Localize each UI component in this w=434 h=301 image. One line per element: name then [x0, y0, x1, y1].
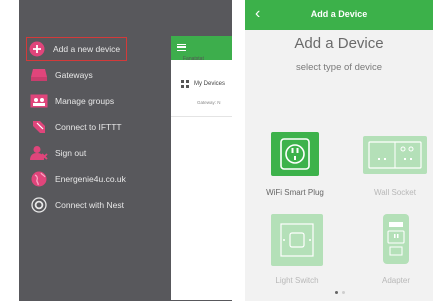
menu-item-add-device[interactable]: Add a new device	[26, 37, 128, 61]
page-dot-active[interactable]	[335, 291, 338, 294]
my-devices-item[interactable]: My Devices	[181, 80, 225, 88]
tile-label-wall-socket: Wall Socket	[374, 188, 416, 197]
page-title: Add a Device	[294, 35, 384, 52]
menu-item-label: Energenie4u.co.uk	[55, 174, 126, 184]
groups-icon	[29, 91, 49, 111]
menu-item-label: Connect to IFTTT	[55, 122, 122, 132]
top-bar-title: Add a Device	[310, 9, 368, 19]
top-bar: ‹ Add a Device	[245, 0, 433, 30]
globe-icon	[29, 169, 49, 189]
add-device-screen: ‹ Add a Device Add a Device select type …	[245, 0, 433, 301]
menu-item-gateways[interactable]: Gateways	[29, 64, 93, 86]
hamburger-icon[interactable]	[177, 44, 186, 51]
menu-item-label: Gateways	[55, 70, 93, 80]
menu-item-sign-out[interactable]: Sign out	[29, 142, 86, 164]
wall-socket-icon	[368, 141, 422, 169]
tile-label-light-switch: Light Switch	[275, 276, 319, 285]
ifttt-icon	[29, 117, 49, 137]
tile-label-adapter: Adapter	[381, 276, 411, 285]
smart-plug-icon	[280, 138, 310, 170]
side-menu-screen: Add a new device Gateways Manage groups …	[19, 0, 232, 301]
page-subtitle: select type of device	[295, 62, 383, 73]
menu-item-ifttt[interactable]: Connect to IFTTT	[29, 116, 122, 138]
nest-icon	[29, 195, 49, 215]
menu-item-nest[interactable]: Connect with Nest	[29, 194, 124, 216]
tile-wall-socket[interactable]	[363, 136, 427, 174]
menu-item-label: Add a new device	[53, 44, 121, 54]
gateway-icon	[29, 65, 49, 85]
light-switch-icon	[280, 223, 314, 257]
my-devices-label: My Devices	[194, 81, 226, 87]
devices-panel-peek[interactable]: Fanatstat My Devices Gateway: N	[171, 36, 232, 300]
divider	[171, 116, 232, 117]
menu-item-label: Connect with Nest	[55, 200, 124, 210]
add-device-icon	[27, 39, 47, 59]
menu-item-manage-groups[interactable]: Manage groups	[29, 90, 114, 112]
page-dot[interactable]	[342, 291, 345, 294]
grid-icon	[181, 80, 189, 88]
menu-item-website[interactable]: Energenie4u.co.uk	[29, 168, 126, 190]
panel-user-name: Fanatstat	[183, 56, 204, 62]
gateway-label: Gateway: N	[197, 100, 221, 105]
menu-item-label: Manage groups	[55, 96, 115, 106]
adapter-icon	[387, 222, 405, 256]
tile-label-wifi-smart-plug: WiFi Smart Plug	[266, 188, 324, 197]
sign-out-icon	[29, 143, 49, 163]
screenshot-gap	[232, 0, 245, 301]
menu-item-label: Sign out	[55, 148, 87, 158]
tile-light-switch[interactable]	[271, 214, 323, 266]
tile-wifi-smart-plug[interactable]	[271, 132, 319, 176]
tile-adapter[interactable]	[383, 214, 409, 264]
